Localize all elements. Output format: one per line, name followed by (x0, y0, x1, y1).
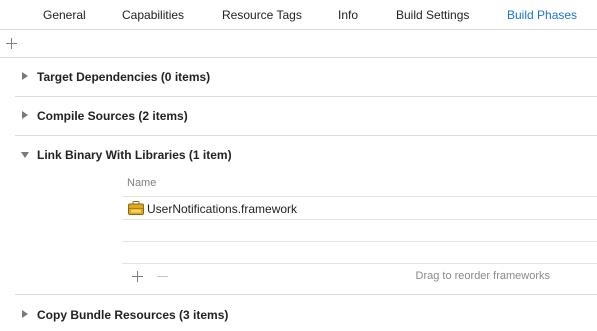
plus-icon[interactable] (6, 38, 17, 49)
disclosure-triangle-collapsed-icon[interactable] (22, 72, 28, 80)
phase-copy-bundle-resources[interactable]: Copy Bundle Resources (3 items) (0, 304, 597, 326)
phase-compile-sources[interactable]: Compile Sources (2 items) (0, 105, 597, 127)
section-divider (15, 294, 597, 295)
framework-icon (128, 201, 144, 215)
disclosure-triangle-collapsed-icon[interactable] (22, 111, 28, 119)
editor-tab-bar: General Capabilities Resource Tags Info … (0, 0, 597, 30)
section-divider (15, 135, 597, 136)
row-divider (122, 241, 597, 242)
phase-title: Target Dependencies (0 items) (37, 70, 211, 84)
reorder-hint: Drag to reorder frameworks (415, 270, 551, 282)
table-header-divider (122, 196, 597, 197)
disclosure-triangle-expanded-icon[interactable] (21, 152, 29, 158)
phase-title: Compile Sources (2 items) (37, 109, 188, 123)
tab-build-phases[interactable]: Build Phases (507, 8, 577, 22)
tab-capabilities[interactable]: Capabilities (122, 8, 184, 22)
phases-toolbar (0, 30, 597, 58)
phase-title: Copy Bundle Resources (3 items) (37, 308, 229, 322)
add-library-icon[interactable] (132, 271, 143, 282)
table-row[interactable]: UserNotifications.framework (122, 198, 597, 220)
tab-info[interactable]: Info (338, 8, 358, 22)
remove-library-icon[interactable] (157, 271, 168, 282)
row-divider (122, 219, 597, 220)
tab-build-settings[interactable]: Build Settings (396, 8, 469, 22)
tab-general[interactable]: General (43, 8, 86, 22)
libraries-footer: Drag to reorder frameworks (122, 264, 597, 288)
tab-resource-tags[interactable]: Resource Tags (222, 8, 302, 22)
column-header-name[interactable]: Name (127, 177, 156, 189)
phase-link-binary[interactable]: Link Binary With Libraries (1 item) (0, 144, 597, 166)
disclosure-triangle-collapsed-icon[interactable] (22, 310, 28, 318)
library-name: UserNotifications.framework (147, 202, 298, 216)
phase-title: Link Binary With Libraries (1 item) (37, 148, 232, 162)
linked-libraries-table: Name UserNotifications.framework Drag to… (122, 169, 597, 290)
section-divider (15, 96, 597, 97)
phase-target-dependencies[interactable]: Target Dependencies (0 items) (0, 66, 597, 88)
